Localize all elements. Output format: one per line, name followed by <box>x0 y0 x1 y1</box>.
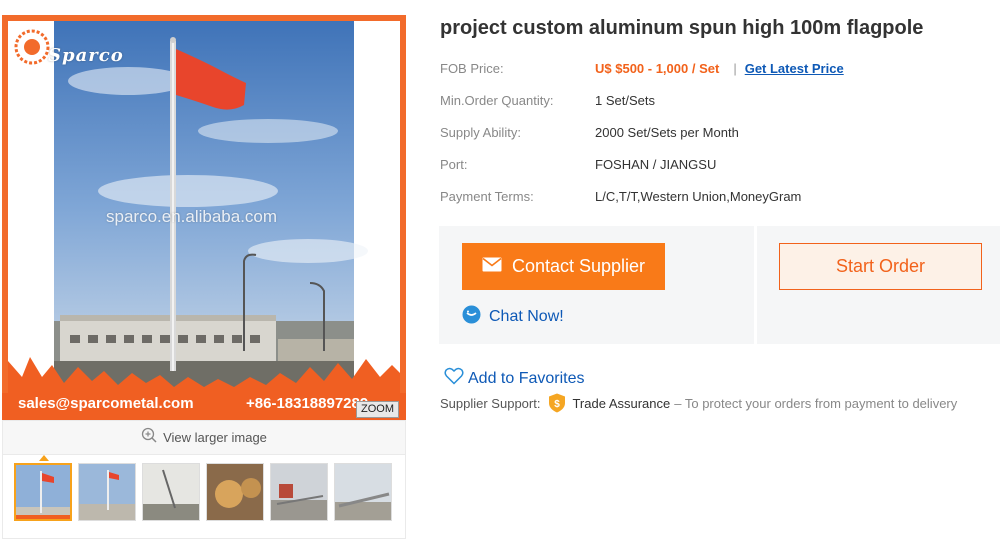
flagpole-photo: Sparco sparco.en.alibaba.com <box>8 21 400 393</box>
trade-assurance-description: – To protect your orders from payment to… <box>674 395 958 411</box>
product-title: project custom aluminum spun high 100m f… <box>440 17 924 39</box>
moq-value: 1 Set/Sets <box>595 93 655 108</box>
supply-ability-label: Supply Ability: <box>440 125 521 140</box>
site-watermark: sparco.en.alibaba.com <box>106 207 278 226</box>
envelope-icon <box>482 256 502 277</box>
thumbnail-4[interactable] <box>206 463 264 521</box>
add-to-favorites-link[interactable]: Add to Favorites <box>444 367 585 390</box>
thumbnail-6[interactable] <box>334 463 392 521</box>
chat-now-link[interactable]: Chat Now! <box>462 305 564 329</box>
port-label: Port: <box>440 157 468 172</box>
trade-assurance-label[interactable]: Trade Assurance <box>572 396 670 411</box>
zoom-in-icon <box>141 427 157 448</box>
contact-supplier-button[interactable]: Contact Supplier <box>462 243 665 290</box>
zoom-badge[interactable]: ZOOM <box>356 401 399 418</box>
brand-watermark: Sparco <box>48 45 124 66</box>
view-larger-image-button[interactable]: View larger image <box>2 420 406 455</box>
chat-now-label: Chat Now! <box>489 308 564 325</box>
svg-text:$: $ <box>555 399 561 410</box>
main-product-image[interactable]: Sparco sparco.en.alibaba.com sales@sparc… <box>2 15 406 420</box>
payment-terms-value: L/C,T/T,Western Union,MoneyGram <box>595 189 802 204</box>
start-order-label: Start Order <box>835 256 926 276</box>
chat-icon <box>462 305 481 329</box>
fob-price-value: U$ $500 - 1,000 / Set <box>595 61 720 76</box>
start-order-button[interactable]: Start Order <box>779 243 982 290</box>
shield-icon: $ <box>548 393 566 413</box>
add-to-favorites-label: Add to Favorites <box>468 369 585 387</box>
view-larger-label: View larger image <box>163 430 267 445</box>
supply-ability-value: 2000 Set/Sets per Month <box>595 125 739 140</box>
payment-terms-label: Payment Terms: <box>440 189 534 204</box>
contact-phone-text: +86-18318897289 <box>246 395 369 412</box>
get-latest-price-link[interactable]: Get Latest Price <box>745 61 844 76</box>
fob-price-row: U$ $500 - 1,000 / Set | Get Latest Price <box>595 61 844 76</box>
contact-email-text: sales@sparcometal.com <box>18 395 194 412</box>
port-value: FOSHAN / JIANGSU <box>595 157 717 172</box>
thumbnail-5[interactable] <box>270 463 328 521</box>
fob-price-label: FOB Price: <box>440 61 504 76</box>
price-separator: | <box>733 61 737 76</box>
thumbnail-3[interactable] <box>142 463 200 521</box>
product-gallery: Sparco sparco.en.alibaba.com sales@sparc… <box>2 15 406 539</box>
thumbnail-2[interactable] <box>78 463 136 521</box>
supplier-support-row: Supplier Support: $ Trade Assurance – To… <box>440 393 957 413</box>
moq-label: Min.Order Quantity: <box>440 93 554 108</box>
supplier-support-label: Supplier Support: <box>440 395 541 411</box>
thumbnail-1[interactable] <box>14 463 72 521</box>
thumbnail-pointer <box>39 455 49 461</box>
contact-supplier-label: Contact Supplier <box>511 256 646 276</box>
heart-icon <box>444 367 464 390</box>
